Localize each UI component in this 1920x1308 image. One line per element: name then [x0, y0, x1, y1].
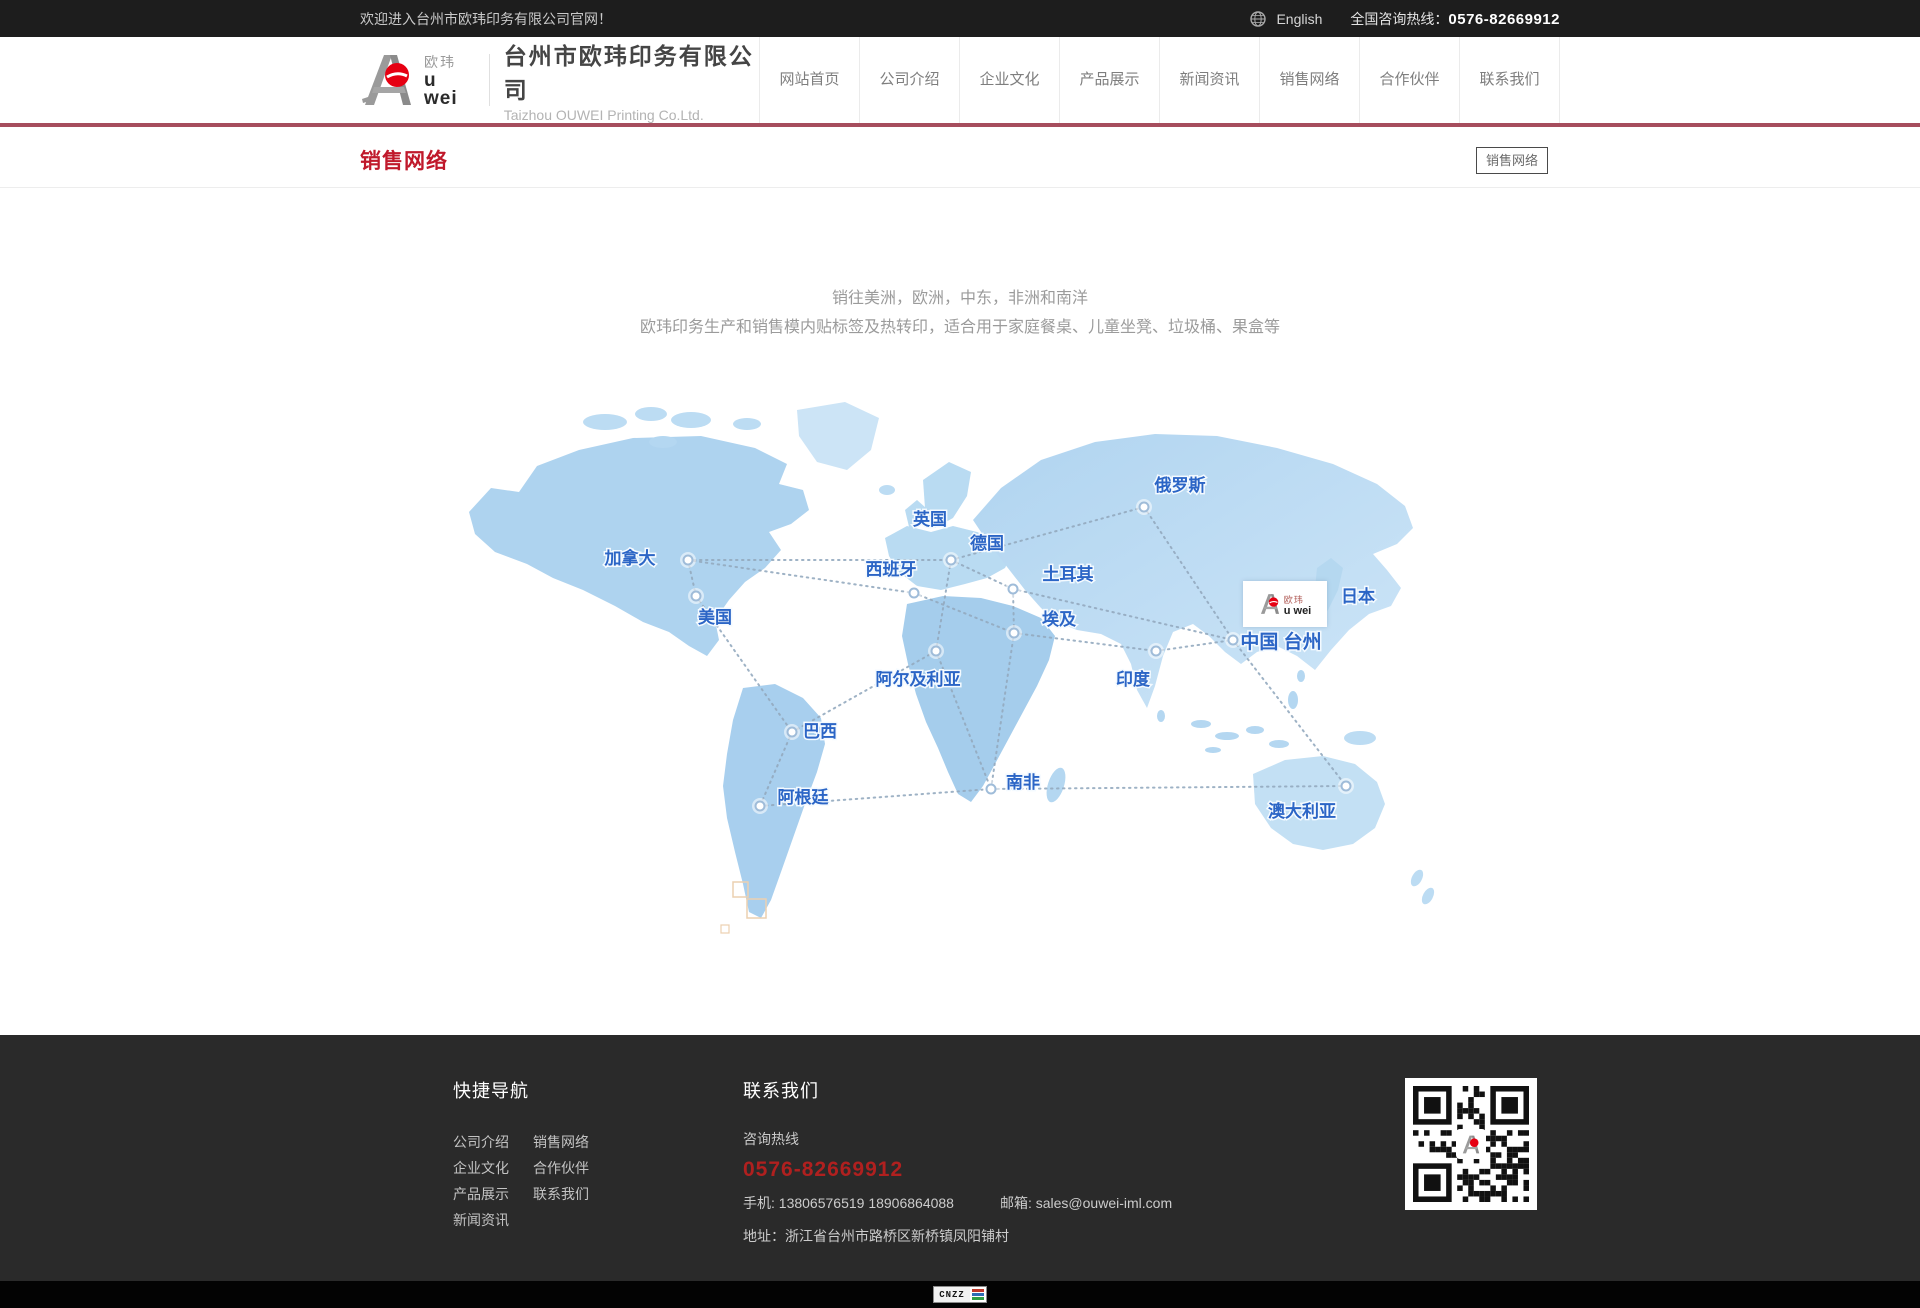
footer-link-企业文化[interactable]: 企业文化 — [453, 1155, 509, 1181]
footer-contact: 联系我们 咨询热线 0576-82669912 手机: 13806576519 … — [743, 1077, 1172, 1246]
nav-item-8[interactable]: 联系我们 — [1460, 37, 1560, 123]
contact-title: 联系我们 — [743, 1077, 1172, 1103]
intro-line-1: 销往美洲，欧洲，中东，非洲和南洋 — [0, 284, 1920, 313]
company-name: 台州市欧玮印务有限公司 Taizhou OUWEI Printing Co.Lt… — [504, 37, 759, 123]
map-dot-china — [1229, 636, 1238, 645]
map-dot-egypt — [1010, 629, 1019, 638]
map-dot-argentina — [756, 802, 765, 811]
cnzz-badge-text: CNZZ — [934, 1287, 970, 1302]
map-dot-spain — [910, 589, 919, 598]
map-label-argentina: 阿根廷 — [778, 787, 830, 807]
cnzz-badge-stripes — [970, 1287, 986, 1302]
footer-quick-nav: 快捷导航 公司介绍企业文化产品展示新闻资讯 销售网络合作伙伴联系我们 — [453, 1077, 589, 1233]
company-logo-icon — [360, 51, 416, 109]
contact-email: 邮箱: sales@ouwei-iml.com — [1000, 1193, 1172, 1213]
map-dot-canada — [684, 556, 693, 565]
contact-address: 地址：浙江省台州市路桥区新桥镇凤阳铺村 — [743, 1226, 1172, 1246]
map-label-turkey: 土耳其 — [1043, 564, 1094, 584]
map-decor-square — [721, 925, 729, 933]
map-label-algeria: 阿尔及利亚 — [876, 669, 961, 689]
title-row: 销售网络 销售网络 — [0, 127, 1920, 188]
map-logo-cn: 欧玮 — [1284, 593, 1312, 606]
map-dot-algeria — [932, 647, 941, 656]
logo-en: u wei — [424, 72, 473, 108]
map-label-canada: 加拿大 — [604, 548, 656, 568]
nav-item-3[interactable]: 企业文化 — [960, 37, 1060, 123]
footer-link-公司介绍[interactable]: 公司介绍 — [453, 1129, 509, 1155]
company-name-en: Taizhou OUWEI Printing Co.Ltd. — [504, 107, 759, 123]
map-label-japan: 日本 — [1341, 586, 1375, 606]
map-label-usa: 美国 — [698, 607, 732, 627]
page: 欢迎进入台州市欧玮印务有限公司官网！ English 全国咨询热线：0576-8… — [0, 0, 1920, 1308]
contact-hotline-number: 0576-82669912 — [743, 1158, 1172, 1182]
footer-link-产品展示[interactable]: 产品展示 — [453, 1181, 509, 1207]
cnzz-badge[interactable]: CNZZ — [933, 1286, 987, 1303]
topbar: 欢迎进入台州市欧玮印务有限公司官网！ English 全国咨询热线：0576-8… — [0, 0, 1920, 37]
map-logo-text: 欧玮 u wei — [1284, 593, 1312, 616]
map-logo-en: u wei — [1284, 606, 1312, 616]
hotline-number: 0576-82669912 — [1448, 11, 1560, 28]
qr-code — [1405, 1078, 1537, 1210]
map-dot-southafrica — [987, 785, 996, 794]
brand[interactable]: 欧玮 u wei 台州市欧玮印务有限公司 Taizhou OUWEI Print… — [360, 37, 759, 123]
map-label-spain: 西班牙 — [866, 560, 917, 579]
nav-item-2[interactable]: 公司介绍 — [860, 37, 960, 123]
world-map-svg: 加拿大美国 英国德国西班牙 俄罗斯土耳其埃及阿尔及利亚 印度巴西阿根廷 南非澳大利亚 日本… — [455, 394, 1465, 934]
footer-link-联系我们[interactable]: 联系我们 — [533, 1181, 589, 1207]
hotline-label: 全国咨询热线： — [1350, 11, 1448, 27]
map-china-logo-marker: 欧玮 u wei — [1243, 581, 1327, 627]
map-label-australia: 澳大利亚 — [1268, 801, 1336, 821]
sales-network-button[interactable]: 销售网络 — [1476, 147, 1548, 174]
logo-cn: 欧玮 — [424, 52, 473, 72]
english-link[interactable]: English — [1276, 11, 1322, 27]
main-nav: 网站首页公司介绍企业文化产品展示新闻资讯销售网络合作伙伴联系我们 — [759, 37, 1560, 123]
footer-link-销售网络[interactable]: 销售网络 — [533, 1129, 589, 1155]
map-dot-brazil — [788, 728, 797, 737]
map-dot-usa — [692, 592, 701, 601]
nav-item-6[interactable]: 销售网络 — [1260, 37, 1360, 123]
contact-mobile: 手机: 13806576519 18906864088 — [743, 1193, 954, 1213]
quick-links-col2: 销售网络合作伙伴联系我们 — [533, 1129, 589, 1233]
map-label-southafrica: 南非 — [1006, 772, 1040, 792]
map-logo-icon — [1259, 592, 1281, 616]
map-label-brazil: 巴西 — [803, 722, 837, 741]
bottom-bar: CNZZ — [0, 1281, 1920, 1308]
sales-network-map: 加拿大美国 英国德国西班牙 俄罗斯土耳其埃及阿尔及利亚 印度巴西阿根廷 南非澳大利亚 日本… — [455, 394, 1465, 934]
qr-center-logo-icon — [1456, 1129, 1486, 1159]
map-dot-india — [1152, 647, 1161, 656]
map-dot-russia — [1140, 503, 1149, 512]
hotline: 全国咨询热线：0576-82669912 — [1350, 9, 1560, 29]
topbar-right: English 全国咨询热线：0576-82669912 — [1250, 9, 1560, 29]
welcome-text: 欢迎进入台州市欧玮印务有限公司官网！ — [360, 9, 612, 29]
company-name-cn: 台州市欧玮印务有限公司 — [504, 37, 759, 105]
nav-item-1[interactable]: 网站首页 — [760, 37, 860, 123]
map-dot-turkey — [1009, 585, 1018, 594]
map-label-uk: 英国 — [913, 509, 947, 529]
page-title: 销售网络 — [360, 145, 448, 175]
continents — [469, 402, 1437, 933]
nav-item-7[interactable]: 合作伙伴 — [1360, 37, 1460, 123]
footer-link-合作伙伴[interactable]: 合作伙伴 — [533, 1155, 589, 1181]
intro-text: 销往美洲，欧洲，中东，非洲和南洋 欧玮印务生产和销售模内贴标签及热转印，适合用于… — [0, 284, 1920, 342]
map-label-russia: 俄罗斯 — [1154, 475, 1206, 495]
quick-nav-title: 快捷导航 — [453, 1077, 589, 1103]
map-dot-australia — [1342, 782, 1351, 791]
logo-text: 欧玮 u wei — [424, 54, 490, 106]
contact-hotline-label: 咨询热线 — [743, 1129, 1172, 1149]
nav-item-4[interactable]: 产品展示 — [1060, 37, 1160, 123]
map-label-egypt: 埃及 — [1042, 609, 1077, 629]
globe-icon — [1250, 11, 1266, 27]
main-content: 销往美洲，欧洲，中东，非洲和南洋 欧玮印务生产和销售模内贴标签及热转印，适合用于… — [0, 188, 1920, 1035]
header: 欧玮 u wei 台州市欧玮印务有限公司 Taizhou OUWEI Print… — [0, 37, 1920, 127]
footer: 快捷导航 公司介绍企业文化产品展示新闻资讯 销售网络合作伙伴联系我们 联系我们 … — [0, 1035, 1920, 1281]
map-label-germany: 德国 — [970, 533, 1004, 553]
nav-item-5[interactable]: 新闻资讯 — [1160, 37, 1260, 123]
map-label-china: 中国 台州 — [1240, 630, 1321, 653]
footer-link-新闻资讯[interactable]: 新闻资讯 — [453, 1207, 509, 1233]
map-route-brazil-algeria — [792, 651, 936, 732]
map-dot-germany — [947, 556, 956, 565]
map-label-india: 印度 — [1116, 669, 1151, 689]
quick-links-col1: 公司介绍企业文化产品展示新闻资讯 — [453, 1129, 509, 1233]
intro-line-2: 欧玮印务生产和销售模内贴标签及热转印，适合用于家庭餐桌、儿童坐凳、垃圾桶、果盒等 — [0, 313, 1920, 342]
